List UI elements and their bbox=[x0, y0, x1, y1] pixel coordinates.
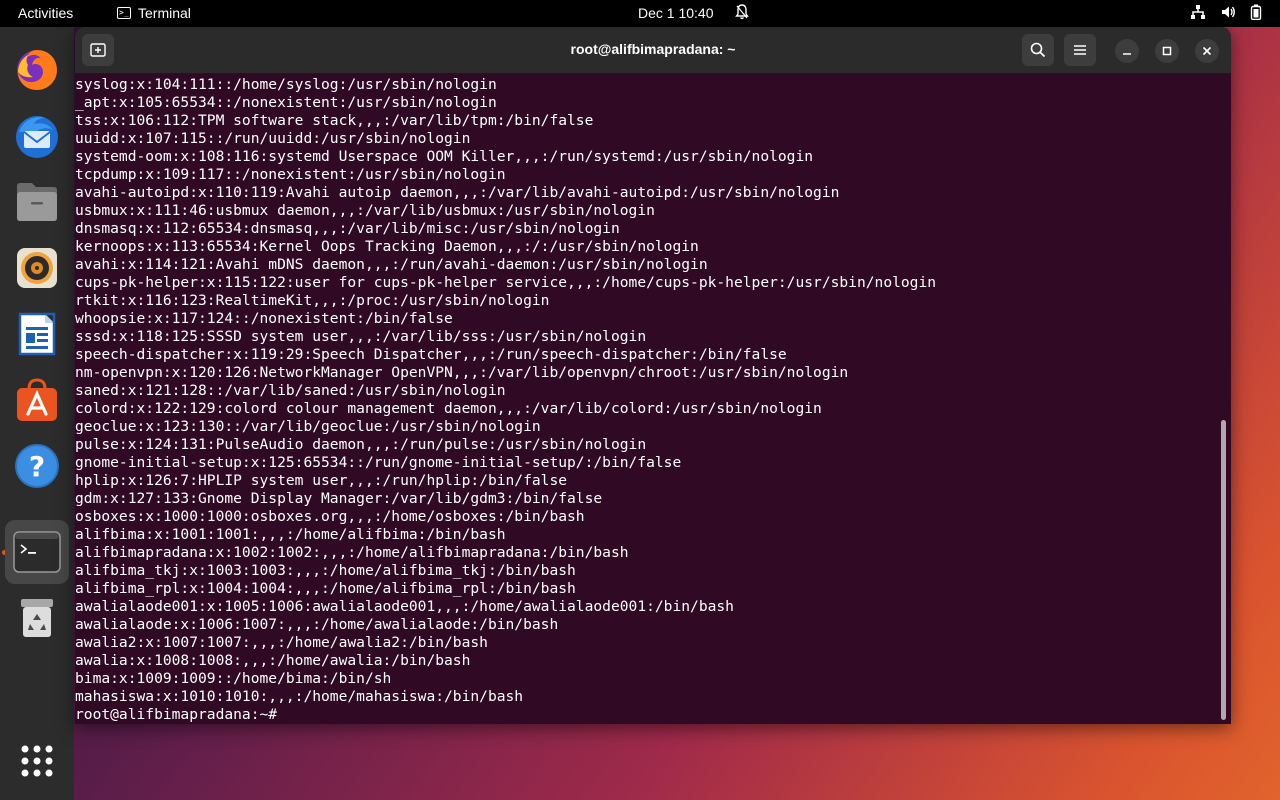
terminal-line: osboxes:x:1000:1000:osboxes.org,,,:/home… bbox=[75, 508, 585, 525]
app-menu-label: Terminal bbox=[138, 5, 191, 21]
search-icon bbox=[1030, 42, 1046, 58]
dock-show-apps[interactable] bbox=[13, 737, 61, 785]
close-button[interactable] bbox=[1195, 39, 1219, 63]
activities-button[interactable]: Activities bbox=[18, 5, 73, 21]
notification-bell-icon[interactable] bbox=[735, 4, 749, 23]
terminal-line: alifbima:x:1001:1001:,,,:/home/alifbima:… bbox=[75, 526, 506, 543]
dock-thunderbird[interactable] bbox=[13, 112, 61, 160]
terminal-line: mahasiswa:x:1010:1010:,,,:/home/mahasisw… bbox=[75, 688, 524, 705]
maximize-icon bbox=[1162, 46, 1172, 56]
header-bar[interactable]: root@alifbimapradana: ~ bbox=[75, 27, 1231, 74]
terminal-line: awalialaode001:x:1005:1006:awalialaode00… bbox=[75, 598, 734, 615]
terminal-line: pulse:x:124:131:PulseAudio daemon,,,:/ru… bbox=[75, 436, 647, 453]
volume-icon bbox=[1220, 4, 1236, 23]
terminal-output[interactable]: syslog:x:104:111::/home/syslog:/usr/sbin… bbox=[75, 74, 1225, 724]
dock-software-center[interactable] bbox=[13, 376, 61, 424]
dock-help[interactable]: ? bbox=[13, 442, 61, 490]
libreoffice-writer-icon bbox=[18, 312, 56, 356]
app-menu[interactable]: >_ Terminal bbox=[117, 5, 191, 21]
terminal-line: avahi-autoipd:x:110:119:Avahi autoip dae… bbox=[75, 184, 840, 201]
terminal-line: tcpdump:x:109:117::/nonexistent:/usr/sbi… bbox=[75, 166, 506, 183]
terminal-line: nm-openvpn:x:120:126:NetworkManager Open… bbox=[75, 364, 849, 381]
terminal-line: colord:x:122:129:colord colour managemen… bbox=[75, 400, 822, 417]
terminal-line: awalia2:x:1007:1007:,,,:/home/awalia2:/b… bbox=[75, 634, 488, 651]
terminal-icon bbox=[13, 531, 61, 573]
terminal-line: bima:x:1009:1009::/home/bima:/bin/sh bbox=[75, 670, 392, 687]
software-center-icon bbox=[17, 378, 57, 421]
terminal-line: uuidd:x:107:115::/run/uuidd:/usr/sbin/no… bbox=[75, 130, 471, 147]
terminal-line: gnome-initial-setup:x:125:65534::/run/gn… bbox=[75, 454, 682, 471]
terminal-line: geoclue:x:123:130::/var/lib/geoclue:/usr… bbox=[75, 418, 541, 435]
terminal-line: syslog:x:104:111::/home/syslog:/usr/sbin… bbox=[75, 76, 497, 93]
maximize-button[interactable] bbox=[1155, 39, 1179, 63]
search-button[interactable] bbox=[1022, 34, 1054, 66]
terminal-line: alifbimapradana:x:1002:1002:,,,:/home/al… bbox=[75, 544, 629, 561]
battery-icon bbox=[1250, 4, 1262, 23]
terminal-line: alifbima_rpl:x:1004:1004:,,,:/home/alifb… bbox=[75, 580, 576, 597]
minimize-icon bbox=[1123, 53, 1131, 55]
terminal-line: hplip:x:126:7:HPLIP system user,,,:/run/… bbox=[75, 472, 568, 489]
firefox-icon bbox=[17, 50, 57, 90]
terminal-line: rtkit:x:116:123:RealtimeKit,,,:/proc:/us… bbox=[75, 292, 550, 309]
terminal-line: whoopsie:x:117:124::/nonexistent:/bin/fa… bbox=[75, 310, 453, 327]
terminal-small-icon: >_ bbox=[117, 7, 131, 19]
terminal-prompt[interactable]: root@alifbimapradana:~# bbox=[75, 706, 1225, 724]
terminal-line: _apt:x:105:65534::/nonexistent:/usr/sbin… bbox=[75, 94, 497, 111]
terminal-line: tss:x:106:112:TPM software stack,,,:/var… bbox=[75, 112, 594, 129]
minimize-button[interactable] bbox=[1115, 39, 1139, 63]
dock: ? bbox=[0, 27, 74, 800]
window-title: root@alifbimapradana: ~ bbox=[570, 41, 736, 57]
terminal-line: gdm:x:127:133:Gnome Display Manager:/var… bbox=[75, 490, 603, 507]
dock-terminal[interactable] bbox=[5, 520, 69, 584]
show-apps-icon bbox=[21, 745, 53, 777]
thunderbird-icon bbox=[16, 116, 58, 158]
terminal-line: cups-pk-helper:x:115:122:user for cups-p… bbox=[75, 274, 937, 291]
dock-trash[interactable] bbox=[13, 594, 61, 642]
help-icon: ? bbox=[15, 444, 59, 488]
terminal-window: root@alifbimapradana: ~ syslog:x:104:111… bbox=[75, 27, 1231, 724]
menu-button[interactable] bbox=[1064, 34, 1096, 66]
dock-rhythmbox[interactable] bbox=[13, 244, 61, 292]
files-icon bbox=[17, 183, 57, 221]
terminal-line: systemd-oom:x:108:116:systemd Userspace … bbox=[75, 148, 814, 165]
top-bar: Activities >_ Terminal Dec 1 10:40 bbox=[0, 0, 1280, 27]
dock-firefox[interactable] bbox=[13, 46, 61, 94]
terminal-line: sssd:x:118:125:SSSD system user,,,:/var/… bbox=[75, 328, 647, 345]
terminal-line: dnsmasq:x:112:65534:dnsmasq,,,:/var/lib/… bbox=[75, 220, 620, 237]
system-tray[interactable] bbox=[1190, 4, 1262, 23]
close-icon bbox=[1202, 46, 1212, 56]
network-icon bbox=[1190, 4, 1206, 23]
terminal-scrollbar[interactable] bbox=[1221, 420, 1226, 720]
svg-text:?: ? bbox=[29, 450, 45, 483]
clock[interactable]: Dec 1 10:40 bbox=[638, 5, 714, 21]
terminal-line: alifbima_tkj:x:1003:1003:,,,:/home/alifb… bbox=[75, 562, 576, 579]
terminal-line: kernoops:x:113:65534:Kernel Oops Trackin… bbox=[75, 238, 699, 255]
terminal-line: usbmux:x:111:46:usbmux daemon,,,:/var/li… bbox=[75, 202, 655, 219]
rhythmbox-icon bbox=[17, 248, 57, 288]
terminal-line: awalialaode:x:1006:1007:,,,:/home/awalia… bbox=[75, 616, 559, 633]
terminal-line: avahi:x:114:121:Avahi mDNS daemon,,,:/ru… bbox=[75, 256, 708, 273]
terminal-line: saned:x:121:128::/var/lib/saned:/usr/sbi… bbox=[75, 382, 506, 399]
terminal-line: speech-dispatcher:x:119:29:Speech Dispat… bbox=[75, 346, 787, 363]
terminal-line: awalia:x:1008:1008:,,,:/home/awalia:/bin… bbox=[75, 652, 471, 669]
hamburger-menu-icon bbox=[1074, 45, 1086, 55]
dock-libreoffice-writer[interactable] bbox=[13, 310, 61, 358]
trash-icon bbox=[21, 599, 53, 637]
dock-files[interactable] bbox=[13, 178, 61, 226]
